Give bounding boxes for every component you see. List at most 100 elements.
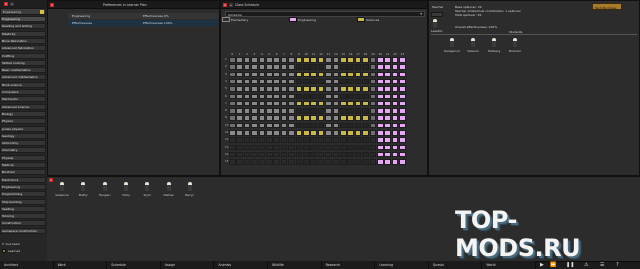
pawn-name: Valsanne: [55, 193, 69, 197]
research-item[interactable]: Geology: [0, 132, 46, 139]
research-item[interactable]: Physiqs: [0, 154, 46, 161]
bottom-tab[interactable]: Architect: [0, 261, 54, 269]
preferences-row[interactable]: Engineering Effectiveness 0%: [68, 13, 218, 19]
close-icon[interactable]: ×: [223, 3, 227, 7]
research-item[interactable]: Biology: [0, 110, 46, 117]
tech-purchase-label: Tech Purchase: [595, 5, 617, 10]
research-item[interactable]: Advanced fabrication: [0, 45, 46, 52]
student-portrait[interactable]: Stalberg: [483, 38, 505, 53]
schedule-titlebar: × + Class Schedule: [221, 1, 427, 9]
research-item[interactable]: Advanced science: [0, 103, 46, 110]
menu-icon[interactable]: ☰: [600, 262, 604, 268]
add-icon[interactable]: +: [229, 3, 233, 7]
legend-swatch-sciences[interactable]: [357, 17, 365, 22]
research-item[interactable]: Construction: [0, 220, 46, 227]
bottom-tab[interactable]: Wildlife: [268, 261, 322, 269]
close-icon[interactable]: ×: [50, 3, 54, 7]
student-name: Valsarm: [467, 49, 479, 53]
research-item[interactable]: Electronics: [0, 176, 46, 183]
research-item[interactable]: Medical: [0, 162, 46, 168]
legend-label-sciences: Sciences: [366, 18, 380, 22]
teacher-select[interactable]: [431, 12, 443, 17]
research-item[interactable]: Aerospace construction: [0, 227, 46, 234]
student-name: Redgwood: [444, 49, 460, 53]
preference-value: Effectiveness 0%: [143, 14, 169, 18]
research-item[interactable]: Skilled cooking: [0, 59, 46, 66]
bottom-tab[interactable]: Quests: [428, 261, 483, 269]
pawn-figure-icon: [471, 38, 475, 47]
bottom-tab[interactable]: Animals: [214, 261, 268, 269]
students-divider: [431, 34, 637, 35]
research-item[interactable]: Chemistry: [0, 147, 46, 154]
research-item[interactable]: Reading and writing: [0, 23, 46, 30]
research-item[interactable]: Plasticity: [0, 30, 46, 37]
research-item[interactable]: Book science: [0, 81, 46, 88]
research-item[interactable]: Advanced mathematics: [0, 74, 46, 81]
bottom-tab[interactable]: Schedule: [107, 261, 161, 269]
fast-forward-icon[interactable]: ⏩: [550, 262, 556, 268]
preference-value: Effectiveness 100%: [143, 21, 173, 25]
pawn-figure-icon: [492, 38, 496, 47]
legend-swatch-elementary[interactable]: [222, 17, 230, 22]
pawn-name: Haugari: [98, 193, 111, 197]
watermark-logo: TOP-MODS.RU: [455, 206, 635, 262]
research-item[interactable]: Astronomy: [0, 140, 46, 147]
pawn-portrait[interactable]: Slym: [136, 182, 158, 197]
learned-checkbox[interactable]: [2, 249, 6, 253]
pawn-name: Nishaz: [163, 193, 174, 197]
teacher-name: Lassitor: [431, 29, 443, 33]
schedule-dropdown-value: Schedule: [228, 13, 242, 17]
pawn-name: Beryn: [185, 193, 195, 197]
research-item[interactable]: Computers: [0, 89, 46, 95]
bottom-tab[interactable]: Learning: [375, 261, 429, 269]
close-icon[interactable]: ×: [4, 2, 8, 6]
tech-purchase-button[interactable]: Tech Purchase: [592, 3, 622, 10]
legend-swatch-engineering[interactable]: [289, 17, 297, 22]
pawn-portrait[interactable]: Beryn: [179, 182, 201, 197]
research-item[interactable]: Basic mathematics: [0, 67, 46, 74]
research-item[interactable]: Joules physics: [0, 125, 46, 132]
pawn-figure-icon: [145, 182, 150, 191]
research-item[interactable]: Crafting: [0, 52, 46, 59]
schedule-panel: × + Class Schedule Schedule ▾: [220, 0, 428, 176]
bottom-tab[interactable]: World: [482, 261, 536, 269]
research-item[interactable]: Physics: [0, 118, 46, 125]
bottom-tab[interactable]: Assign: [160, 261, 215, 269]
bottom-tab[interactable]: Work: [53, 261, 108, 269]
preferences-row[interactable]: Effectiveness Effectiveness 100%: [68, 20, 218, 26]
speed-icon[interactable]: ▶: [540, 262, 544, 268]
research-item[interactable]: Biochem: [0, 169, 46, 176]
research-item[interactable]: Tutoring: [0, 213, 46, 220]
research-item[interactable]: Ship building: [0, 198, 46, 205]
student-portrait[interactable]: Bramari: [504, 38, 526, 53]
pawn-figure-icon: [187, 182, 192, 191]
research-item[interactable]: Spelling: [0, 205, 46, 212]
pawn-portrait[interactable]: Valsanne: [51, 182, 73, 197]
bottom-icons: ▶ ⏩ ❚❚ ⚠ ☰ ?: [536, 262, 640, 269]
alert-icon[interactable]: ⚠: [584, 262, 588, 268]
pawn-portrait[interactable]: Nishaz: [158, 182, 180, 197]
student-portrait[interactable]: Valsarm: [462, 38, 484, 53]
research-item[interactable]: Bone fabrication: [0, 37, 46, 44]
research-footer: T: Cue team Learned: [2, 240, 46, 260]
collapse-icon[interactable]: [40, 10, 44, 14]
schedule-dropdown[interactable]: Schedule ▾: [225, 11, 425, 17]
research-item[interactable]: Programming: [0, 191, 46, 198]
pause-icon[interactable]: ❚❚: [566, 262, 574, 268]
research-item[interactable]: Engineering: [0, 183, 46, 190]
help-icon[interactable]: ?: [616, 262, 619, 268]
pawn-name: Vicky: [121, 193, 130, 197]
pawn-portrait[interactable]: Vicky: [115, 182, 137, 197]
student-name: Stalberg: [487, 49, 501, 53]
research-header[interactable]: Engineering: [0, 8, 46, 15]
pawn-portrait[interactable]: Bathy: [72, 182, 94, 197]
overall-effectiveness: Overall effectiveness: 100%: [455, 25, 498, 29]
cue-team-label: T: Cue team: [2, 242, 21, 246]
pawn-portrait[interactable]: Haugari: [94, 182, 116, 197]
research-item[interactable]: Engineering: [0, 16, 46, 22]
add-icon[interactable]: +: [10, 2, 14, 6]
bottom-tab[interactable]: Research: [321, 261, 376, 269]
research-item[interactable]: Mechanics: [0, 96, 46, 103]
pawn-figure-icon: [166, 182, 171, 191]
student-portrait[interactable]: Redgwood: [441, 38, 463, 53]
